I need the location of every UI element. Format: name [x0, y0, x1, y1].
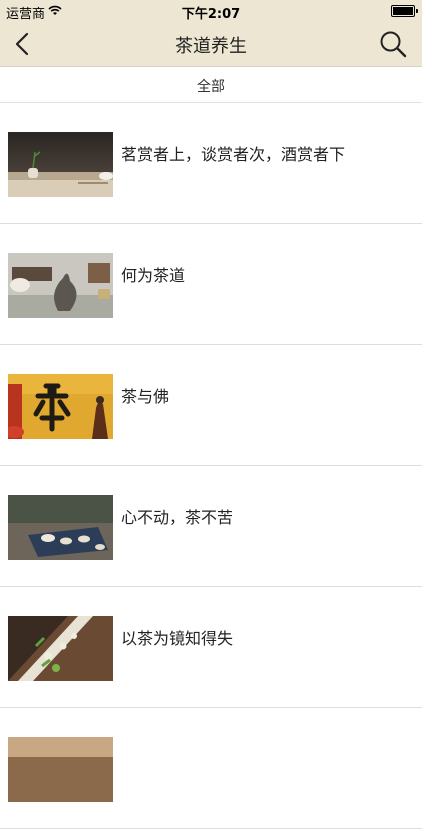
list-item[interactable]: 茗赏者上，谈赏者次，酒赏者下: [0, 103, 422, 224]
article-title: 茶与佛: [121, 387, 170, 406]
search-button[interactable]: [378, 29, 408, 59]
top-header: 运营商 下午2:07 茶道养生: [0, 0, 422, 67]
battery-icon: [391, 5, 418, 17]
category-filter-bar[interactable]: 全部: [0, 67, 422, 103]
category-filter-label: 全部: [197, 79, 225, 95]
article-thumbnail: [8, 374, 113, 439]
page-title: 茶道养生: [175, 36, 247, 57]
article-title: 以茶为镜知得失: [121, 629, 234, 648]
status-bar: 运营商 下午2:07: [0, 0, 422, 22]
search-icon: [380, 31, 407, 58]
article-thumbnail: [8, 132, 113, 197]
navigation-bar: 茶道养生: [0, 22, 422, 66]
article-title: 何为茶道: [121, 266, 186, 285]
list-item[interactable]: [0, 708, 422, 829]
list-item[interactable]: 何为茶道: [0, 224, 422, 345]
article-thumbnail: [8, 495, 113, 560]
article-thumbnail: [8, 253, 113, 318]
article-thumbnail: [8, 616, 113, 681]
list-item[interactable]: 以茶为镜知得失: [0, 587, 422, 708]
article-thumbnail: [8, 737, 113, 802]
list-item[interactable]: 心不动，茶不苦: [0, 466, 422, 587]
list-item[interactable]: 茶与佛: [0, 345, 422, 466]
article-title: 心不动，茶不苦: [121, 508, 234, 527]
article-list: 茗赏者上，谈赏者次，酒赏者下 何为茶道 茶与佛 心不动，茶不苦 以茶为镜知得失: [0, 103, 422, 829]
article-title: 茗赏者上，谈赏者次，酒赏者下: [121, 145, 346, 164]
status-time: 下午2:07: [181, 7, 241, 22]
